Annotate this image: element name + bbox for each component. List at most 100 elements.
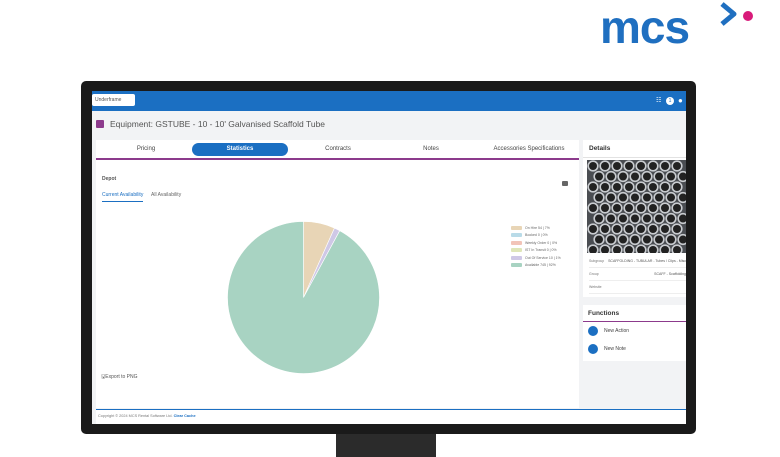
tube-inner (601, 225, 609, 233)
tube-inner (661, 225, 669, 233)
legend-label: Booked 0 | 0% (525, 233, 548, 238)
tube-inner (613, 183, 621, 191)
logo-chevron-icon (720, 2, 753, 26)
tube-inner (673, 204, 681, 212)
new-action-button[interactable]: New Action (588, 325, 629, 337)
tab-current-availability[interactable]: Current Availability (102, 192, 144, 202)
tube-inner (619, 193, 627, 202)
detail-key: Group (589, 272, 599, 276)
tube-inner (643, 172, 651, 181)
tab-contracts[interactable]: Contracts (306, 143, 370, 156)
legend-item[interactable]: Available 745 | 92% (511, 262, 561, 270)
tube-inner (667, 235, 675, 244)
clear-cache-link[interactable]: Clear Cache (174, 414, 196, 418)
logo-text: mcs (600, 1, 690, 53)
detail-row-group: Group SCAFF - Scaffolding (589, 271, 686, 281)
tab-bar: Pricing Statistics Contracts Notes Acces… (96, 140, 579, 160)
user-icon[interactable]: ● (678, 96, 686, 106)
tube-inner (625, 204, 633, 212)
monitor-stand (336, 434, 436, 457)
functions-title: Functions (588, 310, 620, 317)
tube-inner (637, 225, 645, 233)
app-screen: Underframe ☷ 1 ● Equipment: GSTUBE - 10 … (92, 91, 686, 424)
tube-inner (643, 193, 651, 202)
tube-inner (601, 162, 609, 170)
tab-pricing[interactable]: Pricing (116, 143, 176, 156)
new-action-icon (588, 326, 598, 336)
tab-statistics[interactable]: Statistics (192, 143, 288, 156)
main-panel: Pricing Statistics Contracts Notes Acces… (96, 140, 579, 408)
tube-inner (649, 162, 657, 170)
apps-grid-icon[interactable]: ☷ (656, 98, 662, 104)
tube-inner (649, 183, 657, 191)
tube-inner (655, 193, 663, 202)
search-input[interactable]: Underframe (92, 94, 135, 106)
new-note-icon (588, 344, 598, 354)
tube-inner (655, 214, 663, 223)
tab-underline (96, 158, 579, 160)
new-note-label: New Note (604, 346, 626, 352)
legend-label: Available 745 | 92% (525, 263, 556, 268)
legend-item[interactable]: Booked 0 | 0% (511, 232, 561, 240)
depot-label: Depot (102, 176, 117, 182)
legend-item[interactable]: On Hire 54 | 7% (511, 224, 561, 232)
tube-inner (619, 235, 627, 244)
tube-inner (625, 225, 633, 233)
detail-row-website: Website (589, 284, 686, 294)
equipment-icon (96, 120, 104, 128)
tube-inner (649, 225, 657, 233)
legend-item[interactable]: Weekly Order 0 | 0% (511, 239, 561, 247)
page-title: Equipment: GSTUBE - 10 - 10' Galvanised … (110, 119, 326, 129)
new-note-button[interactable]: New Note (588, 343, 626, 355)
legend-label: Out Of Service 10 | 1% (525, 255, 561, 260)
chart-legend: On Hire 54 | 7% Booked 0 | 0% Weekly Order… (511, 224, 561, 269)
details-title: Details (589, 145, 611, 152)
print-icon[interactable] (562, 181, 568, 186)
equipment-photo (587, 160, 686, 253)
tube-inner (613, 225, 621, 233)
tab-all-availability[interactable]: All Availability (151, 192, 181, 198)
legend-swatch (511, 263, 522, 268)
legend-swatch (511, 255, 522, 260)
tube-inner (607, 214, 615, 223)
tube-inner (667, 172, 675, 181)
notification-badge[interactable]: 1 (666, 97, 674, 105)
mcs-logo: mcs (600, 1, 760, 56)
legend-swatch (511, 225, 522, 230)
new-action-label: New Action (604, 328, 630, 334)
tube-inner (631, 172, 639, 181)
tube-inner (637, 183, 645, 191)
legend-swatch (511, 240, 522, 245)
tube-inner (619, 214, 627, 223)
legend-item[interactable]: Out Of Service 10 | 1% (511, 254, 561, 262)
tube-inner (661, 162, 669, 170)
details-panel: Details Subgroup SCAFFOLDING - TUBULAR -… (583, 140, 686, 297)
scaffold-tubes-image (587, 160, 686, 253)
tube-inner (631, 235, 639, 244)
tube-inner (625, 162, 633, 170)
pie-slice-5[interactable] (227, 221, 380, 374)
tube-inner (613, 162, 621, 170)
detail-key: Website (589, 285, 602, 289)
tube-inner (655, 235, 663, 244)
tube-inner (601, 204, 609, 212)
tab-notes[interactable]: Notes (406, 143, 456, 156)
tube-inner (637, 204, 645, 212)
tube-inner (667, 193, 675, 202)
tube-inner (589, 183, 597, 191)
stage: mcs Underframe ☷ 1 ● Equipment: GSTUBE -… (0, 0, 780, 457)
tab-accessories-specifications[interactable]: Accessories Specifications (484, 143, 574, 156)
tube-inner (655, 172, 663, 181)
export-to-png-link[interactable]: 🖫Export to PNG (101, 374, 138, 382)
app-header: Underframe ☷ 1 ● (92, 91, 686, 111)
tube-inner (673, 183, 681, 191)
legend-label: Weekly Order 0 | 0% (525, 240, 558, 245)
footer-text: Copyright © 2024 MCS Rental Software Ltd… (98, 414, 196, 418)
legend-item[interactable]: IST In Transit 0 | 0% (511, 247, 561, 255)
functions-panel: Functions New Action New Note (583, 305, 686, 361)
legend-label: IST In Transit 0 | 0% (525, 248, 557, 253)
tube-inner (595, 214, 603, 223)
tube-inner (619, 172, 627, 181)
tube-inner (673, 162, 681, 170)
tube-inner (613, 204, 621, 212)
